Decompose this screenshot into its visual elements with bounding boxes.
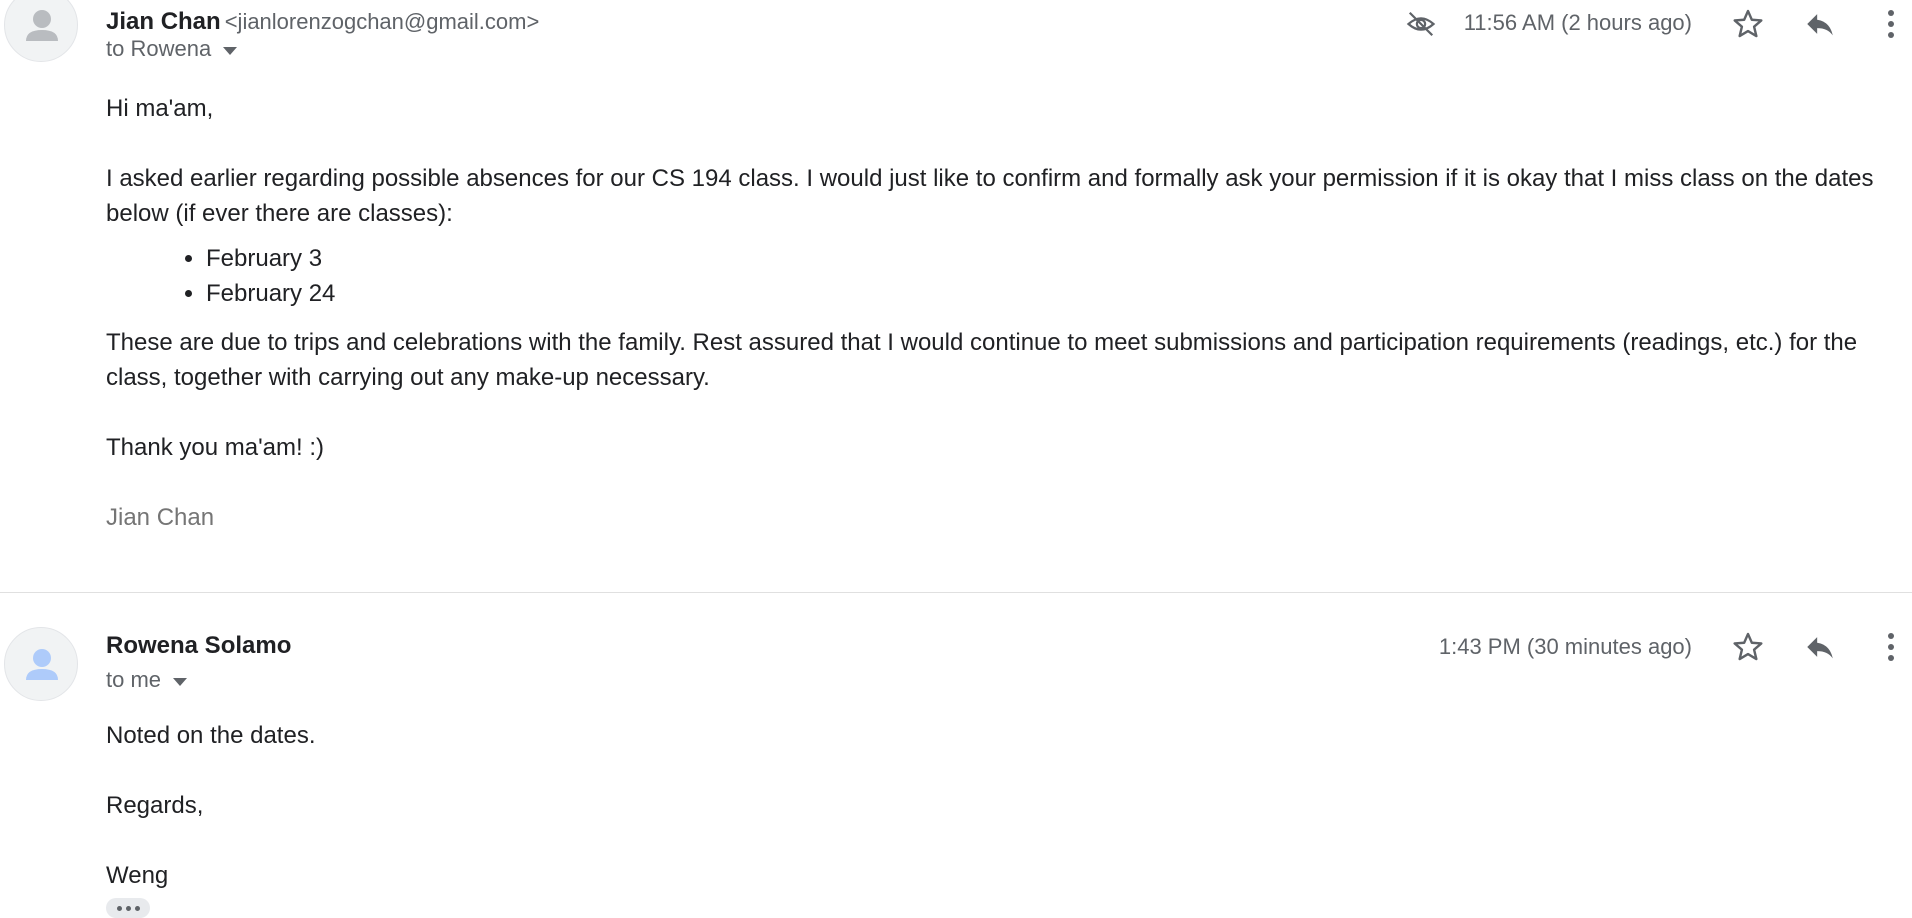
sender-name[interactable]: Rowena Solamo <box>106 632 291 660</box>
list-item: February 3 <box>206 241 1906 276</box>
recipient-dropdown[interactable]: to Rowena <box>106 36 238 62</box>
show-trimmed-content-button[interactable] <box>106 898 150 918</box>
body-line: Regards, <box>106 792 204 819</box>
ellipsis-icon <box>116 905 122 911</box>
person-icon <box>26 10 58 41</box>
recipient-dropdown[interactable]: to me <box>106 667 188 693</box>
avatar-jian-chan[interactable] <box>4 0 78 62</box>
visibility-off-icon <box>1403 6 1439 42</box>
reply-icon[interactable] <box>1800 627 1840 667</box>
caret-down-icon <box>223 47 238 55</box>
sender-name[interactable]: Jian Chan <box>106 8 221 35</box>
caret-down-icon <box>173 678 188 686</box>
closing: Thank you ma'am! :) <box>106 434 324 461</box>
sender-line: Jian Chan <jianlorenzogchan@gmail.com> <box>106 8 539 36</box>
message-body: Hi ma'am, I asked earlier regarding poss… <box>106 91 1906 535</box>
more-vert-icon[interactable] <box>1873 627 1909 667</box>
recipient-label: to Rowena <box>106 36 212 61</box>
more-vert-icon[interactable] <box>1873 4 1909 44</box>
greeting: Hi ma'am, <box>106 95 214 122</box>
body-line: Noted on the dates. <box>106 722 316 749</box>
message-time[interactable]: 1:43 PM (30 minutes ago) <box>1439 634 1692 660</box>
reply-icon[interactable] <box>1800 4 1840 44</box>
star-icon[interactable] <box>1728 627 1768 667</box>
paragraph: These are due to trips and celebrations … <box>106 329 1858 391</box>
paragraph: I asked earlier regarding possible absen… <box>106 165 1874 227</box>
body-line: Weng <box>106 862 169 889</box>
recipient-label: to me <box>106 667 162 692</box>
message-body: Noted on the dates. Regards, Weng <box>106 718 1906 893</box>
avatar-rowena-solamo[interactable] <box>4 627 78 701</box>
message-divider <box>0 592 1912 593</box>
sender-email: <jianlorenzogchan@gmail.com> <box>224 9 540 34</box>
person-icon <box>26 649 58 680</box>
dates-list: February 3 February 24 <box>106 241 1906 311</box>
list-item: February 24 <box>206 276 1906 311</box>
message-time[interactable]: 11:56 AM (2 hours ago) <box>1464 10 1692 36</box>
signature: Jian Chan <box>106 504 215 531</box>
star-icon[interactable] <box>1728 4 1768 44</box>
